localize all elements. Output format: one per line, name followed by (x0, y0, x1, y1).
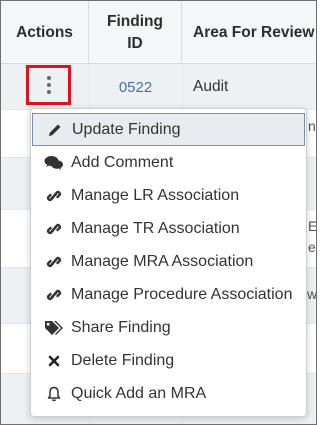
column-header-area-for-review[interactable]: Area For Review (182, 1, 316, 64)
menu-item-label: Manage Procedure Association (71, 285, 293, 303)
menu-item-manage-procedure-association[interactable]: Manage Procedure Association (31, 278, 306, 311)
pencil-icon (44, 121, 66, 139)
table-header: Actions Finding ID Area For Review (1, 1, 316, 64)
comments-icon (43, 154, 65, 172)
link-icon (43, 187, 65, 205)
finding-id-link[interactable]: 0522 (89, 64, 182, 110)
tags-icon (43, 319, 65, 337)
menu-item-manage-lr-association[interactable]: Manage LR Association (31, 179, 306, 212)
column-header-finding-id-line2: ID (127, 34, 143, 52)
kebab-menu-icon (46, 76, 51, 94)
row-text-fragment: w (307, 286, 317, 302)
menu-item-label: Update Finding (72, 120, 181, 138)
menu-item-manage-tr-association[interactable]: Manage TR Association (31, 212, 306, 245)
menu-item-label: Manage LR Association (71, 186, 240, 204)
row-text-fragment: n (308, 118, 316, 134)
menu-item-share-finding[interactable]: Share Finding (31, 311, 306, 344)
column-header-finding-id-line1: Finding (107, 12, 163, 30)
menu-item-label: Manage MRA Association (71, 252, 254, 270)
area-for-review-cell: Audit (193, 78, 229, 95)
menu-item-label: Delete Finding (71, 351, 175, 369)
menu-item-quick-add-mra[interactable]: Quick Add an MRA (31, 377, 306, 410)
menu-item-delete-finding[interactable]: Delete Finding (31, 344, 306, 377)
row-text-fragment: E (308, 218, 317, 234)
x-icon (43, 352, 65, 370)
menu-item-label: Manage TR Association (71, 219, 240, 237)
row-actions-button[interactable] (26, 65, 71, 105)
link-icon (43, 286, 65, 304)
menu-item-update-finding[interactable]: Update Finding (32, 113, 305, 146)
column-header-actions[interactable]: Actions (1, 1, 89, 64)
bell-icon (43, 385, 65, 403)
menu-item-add-comment[interactable]: Add Comment (31, 146, 306, 179)
row-text-fragment: e (308, 239, 316, 255)
column-divider (182, 64, 183, 109)
link-icon (43, 253, 65, 271)
menu-item-label: Add Comment (71, 153, 174, 171)
menu-item-manage-mra-association[interactable]: Manage MRA Association (31, 245, 306, 278)
column-header-finding-id[interactable]: Finding ID (89, 1, 182, 64)
link-icon (43, 220, 65, 238)
screenshot-frame: Actions Finding ID Area For Review 0522 … (0, 0, 317, 425)
menu-item-label: Share Finding (71, 318, 171, 336)
actions-dropdown-menu: Update Finding Add Comment Manage LR Ass… (30, 108, 307, 417)
menu-item-label: Quick Add an MRA (71, 384, 207, 402)
